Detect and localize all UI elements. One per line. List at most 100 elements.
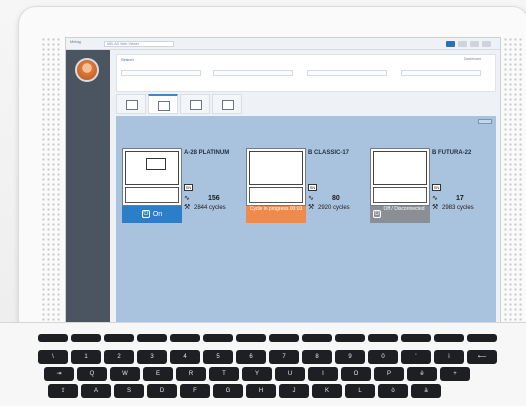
status-badge[interactable]: ⏻ Off / Disconnected bbox=[370, 206, 430, 223]
keyboard-key[interactable]: P bbox=[374, 367, 404, 381]
keyboard-key[interactable]: + bbox=[440, 367, 470, 381]
function-key[interactable] bbox=[38, 334, 68, 342]
function-key[interactable] bbox=[236, 334, 266, 342]
laptop-screen: Melag MELAG Web Viewer Search Dashboard bbox=[65, 37, 501, 329]
keyboard-key[interactable]: 8 bbox=[302, 350, 332, 364]
device-icon bbox=[126, 100, 138, 110]
browser-tab[interactable]: MELAG Web Viewer bbox=[104, 41, 174, 47]
speaker-grille-right bbox=[503, 37, 523, 327]
app-logo: Melag bbox=[70, 39, 81, 44]
sidebar bbox=[66, 50, 110, 328]
tab-device-type-1[interactable] bbox=[116, 94, 146, 114]
function-key[interactable] bbox=[71, 334, 101, 342]
keyboard-key[interactable]: 6 bbox=[236, 350, 266, 364]
keyboard-key[interactable]: \ bbox=[38, 350, 68, 364]
function-key[interactable] bbox=[170, 334, 200, 342]
toolbar-button[interactable] bbox=[458, 41, 467, 47]
keyboard-key[interactable]: A bbox=[81, 384, 111, 398]
keyboard-key[interactable]: ⟵ bbox=[467, 350, 497, 364]
keyboard-key[interactable]: 1 bbox=[71, 350, 101, 364]
function-key[interactable] bbox=[302, 334, 332, 342]
device-icon bbox=[158, 101, 170, 111]
filter-input[interactable] bbox=[121, 70, 201, 76]
autoclave-illustration bbox=[246, 148, 306, 206]
keyboard-key[interactable]: I bbox=[308, 367, 338, 381]
tab-device-type-4[interactable] bbox=[212, 94, 242, 114]
filter-input[interactable] bbox=[401, 70, 481, 76]
keyboard-key[interactable]: ò bbox=[378, 384, 408, 398]
device-name: B CLASSIC-17 bbox=[308, 150, 350, 156]
keyboard-key[interactable]: 7 bbox=[269, 350, 299, 364]
filter-field[interactable] bbox=[121, 69, 201, 81]
filter-field[interactable] bbox=[307, 69, 387, 81]
keyboard-key[interactable]: F bbox=[180, 384, 210, 398]
sidebar-item[interactable] bbox=[70, 106, 106, 111]
keyboard-key[interactable]: 9 bbox=[335, 350, 365, 364]
keyboard-key[interactable]: ' bbox=[401, 350, 431, 364]
keyboard-key[interactable]: J bbox=[279, 384, 309, 398]
device-door bbox=[125, 151, 179, 185]
keyboard-key[interactable]: E bbox=[143, 367, 173, 381]
sidebar-item[interactable] bbox=[70, 122, 106, 127]
keyboard-key[interactable]: 0 bbox=[368, 350, 398, 364]
function-key[interactable] bbox=[368, 334, 398, 342]
sidebar-item[interactable] bbox=[70, 114, 106, 119]
function-key[interactable] bbox=[203, 334, 233, 342]
keyboard-key[interactable]: O bbox=[341, 367, 371, 381]
status-badge[interactable]: ⏻ On bbox=[122, 206, 182, 223]
filter-input[interactable] bbox=[213, 70, 293, 76]
total-cycles: 2920 cycles bbox=[318, 205, 350, 211]
panel-button[interactable] bbox=[478, 119, 492, 124]
device-card[interactable]: B CLASSIC-17 SN ∿ 80 ⚒ 2920 cycles Cycle… bbox=[246, 148, 364, 226]
keyboard-key[interactable]: 3 bbox=[137, 350, 167, 364]
keyboard-key[interactable]: S bbox=[114, 384, 144, 398]
keyboard-key[interactable]: Q bbox=[77, 367, 107, 381]
total-cycles: 2844 cycles bbox=[194, 205, 226, 211]
device-name: B FUTURA-22 bbox=[432, 150, 472, 156]
keyboard-key[interactable]: ⇪ bbox=[48, 384, 78, 398]
keyboard-key[interactable]: W bbox=[110, 367, 140, 381]
keyboard-key[interactable]: L bbox=[345, 384, 375, 398]
keyboard-key[interactable]: ⇥ bbox=[44, 367, 74, 381]
status-badge[interactable]: Cycle in progress 00:03 bbox=[246, 206, 306, 223]
dashboard-label[interactable]: Dashboard bbox=[464, 57, 481, 61]
keyboard-key[interactable]: D bbox=[147, 384, 177, 398]
tab-device-type-3[interactable] bbox=[180, 94, 210, 114]
keyboard-key[interactable]: à bbox=[411, 384, 441, 398]
function-key[interactable] bbox=[137, 334, 167, 342]
filter-field[interactable] bbox=[213, 69, 293, 81]
function-key[interactable] bbox=[434, 334, 464, 342]
function-key[interactable] bbox=[467, 334, 497, 342]
keyboard-key[interactable]: K bbox=[312, 384, 342, 398]
keyboard-key[interactable]: è bbox=[407, 367, 437, 381]
cycle-count: 156 bbox=[208, 195, 220, 202]
avatar[interactable] bbox=[75, 58, 99, 82]
function-key[interactable] bbox=[401, 334, 431, 342]
keyboard-key[interactable]: 4 bbox=[170, 350, 200, 364]
function-key[interactable] bbox=[269, 334, 299, 342]
keyboard-key[interactable]: G bbox=[213, 384, 243, 398]
keyboard-key[interactable]: 2 bbox=[104, 350, 134, 364]
filter-field[interactable] bbox=[401, 69, 481, 81]
keyboard-key[interactable]: H bbox=[246, 384, 276, 398]
device-door bbox=[249, 151, 303, 185]
sidebar-item[interactable] bbox=[70, 98, 106, 103]
keyboard-key[interactable]: ì bbox=[434, 350, 464, 364]
device-card[interactable]: B FUTURA-22 SN ∿ 17 ⚒ 2983 cycles ⏻ Off /… bbox=[370, 148, 488, 226]
function-key[interactable] bbox=[104, 334, 134, 342]
keyboard-key[interactable]: R bbox=[176, 367, 206, 381]
browser-topbar: Melag MELAG Web Viewer bbox=[66, 38, 500, 50]
device-card[interactable]: A-28 PLATINUM SN ∿ 156 ⚒ 2844 cycles ⏻ On bbox=[122, 148, 240, 226]
keyboard-key[interactable]: U bbox=[275, 367, 305, 381]
function-key[interactable] bbox=[335, 334, 365, 342]
toolbar-button-active[interactable] bbox=[446, 41, 455, 47]
wave-icon: ∿ bbox=[184, 195, 190, 202]
keyboard-key[interactable]: T bbox=[209, 367, 239, 381]
toolbar-button[interactable] bbox=[470, 41, 479, 47]
keyboard-key[interactable]: 5 bbox=[203, 350, 233, 364]
tab-device-type-2[interactable] bbox=[148, 94, 178, 114]
search-panel: Search Dashboard bbox=[116, 54, 496, 92]
keyboard-key[interactable]: Y bbox=[242, 367, 272, 381]
toolbar-button[interactable] bbox=[482, 41, 491, 47]
filter-input[interactable] bbox=[307, 70, 387, 76]
